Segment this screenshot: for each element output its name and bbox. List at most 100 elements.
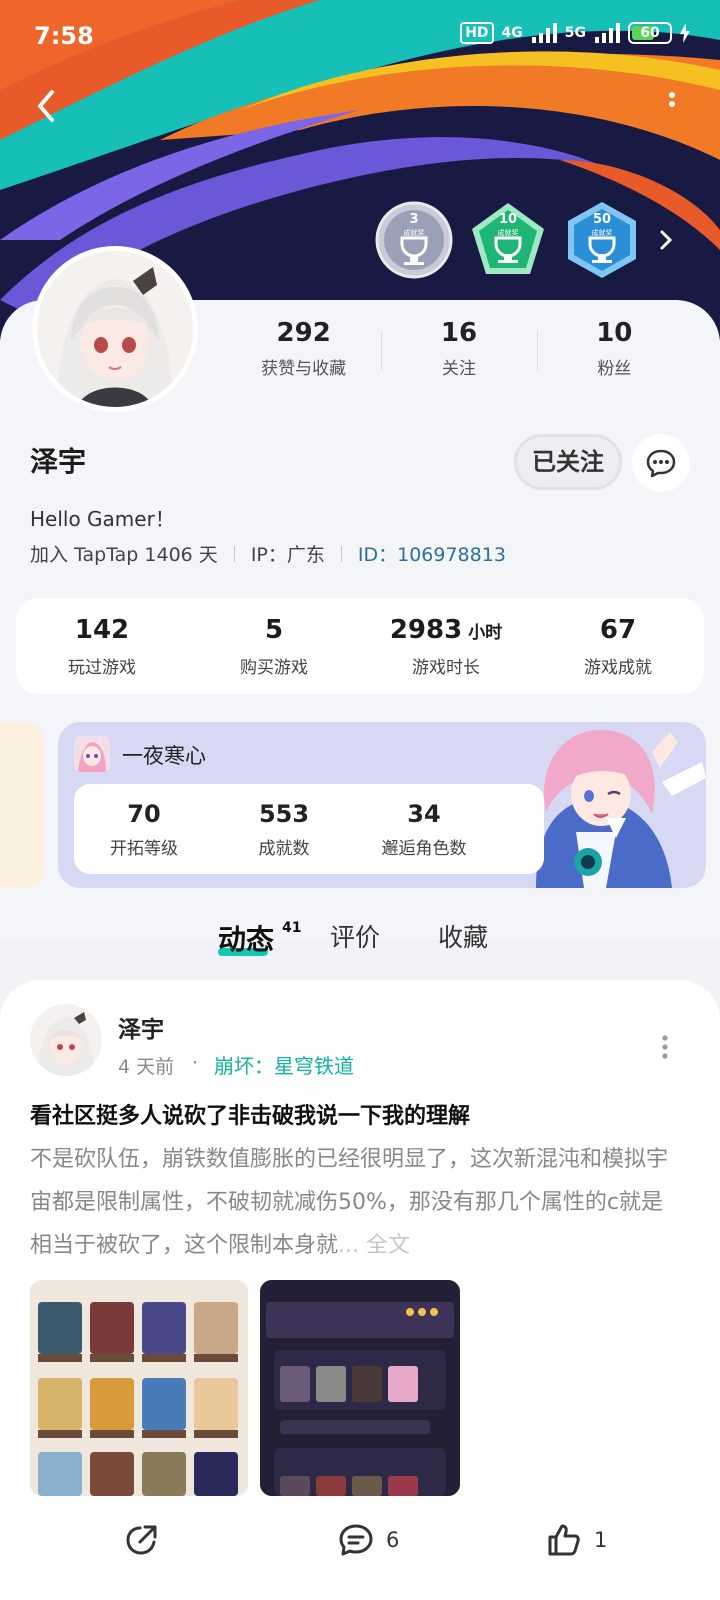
battery-icon: 60 [628, 22, 672, 44]
achievement-count-stat: 553 成就数 [214, 800, 354, 859]
charging-icon [680, 23, 690, 43]
username: 泽宇 [30, 445, 87, 478]
status-time: 7:58 [34, 22, 94, 50]
more-vertical-icon[interactable] [664, 90, 680, 120]
played-games-stat[interactable]: 142 玩过游戏 [16, 615, 188, 678]
achievements-stat[interactable]: 67 游戏成就 [532, 615, 704, 678]
ip-location: IP：广东 [250, 544, 325, 566]
content-tabs: 动态 评价 收藏 [0, 910, 720, 970]
stat-label: 邂逅角色数 [381, 838, 467, 859]
chevron-right-icon[interactable] [656, 225, 676, 255]
post-image-1[interactable] [30, 1280, 248, 1496]
user-id[interactable]: ID：106978813 [358, 540, 506, 567]
stat-label: 关注 [441, 359, 476, 379]
badge-3-icon[interactable]: 3 成就奖 [374, 200, 454, 280]
post-author-name[interactable]: 泽宇 [118, 1010, 164, 1044]
stat-value: 34 [407, 799, 441, 828]
divider [340, 545, 342, 562]
achievement-badges[interactable]: 3 成就奖 10 成就奖 50 成就奖 [374, 200, 676, 280]
stat-label: 游戏时长 [412, 657, 480, 678]
profile-meta: 加入 TapTap 1406 天 IP：广东 ID：106978813 [30, 540, 506, 567]
post-card[interactable]: 泽宇 4 天前 · 崩坏：星穹铁道 看社区挺多人说砍了非击破我说一下我的理解 不… [0, 980, 720, 1600]
badge-num: 10 [498, 212, 518, 227]
badge-10-icon[interactable]: 10 成就奖 [468, 200, 548, 280]
share-button[interactable] [124, 1522, 160, 1558]
game-avatar-icon [74, 736, 110, 772]
like-button[interactable]: 1 [546, 1522, 607, 1558]
stat-value: 10 [596, 318, 633, 348]
stat-value: 292 [276, 318, 331, 348]
post-title[interactable]: 看社区挺多人说砍了非击破我说一下我的理解 [30, 1098, 470, 1130]
post-more-icon[interactable] [660, 1032, 670, 1062]
chat-bubble-icon [646, 449, 676, 478]
profile-stats: 292 获赞与收藏 16 关注 10 粉丝 [226, 318, 692, 379]
following-stat[interactable]: 16 关注 [381, 318, 536, 379]
followers-stat[interactable]: 10 粉丝 [536, 318, 692, 379]
stat-value: 142 [74, 614, 130, 645]
comment-icon [339, 1524, 373, 1556]
network-4g-label: 4G [501, 25, 523, 41]
stat-unit: 小时 [468, 622, 503, 643]
purchased-games-stat[interactable]: 5 购买游戏 [188, 615, 360, 678]
badge-sub: 成就奖 [403, 229, 425, 237]
game-record-card[interactable]: 一夜寒心 70 开拓等级 553 成就数 34 邂逅角色数 [58, 722, 706, 888]
stat-value: 553 [258, 799, 310, 828]
characters-met-stat: 34 邂逅角色数 [354, 800, 494, 859]
back-arrow-icon[interactable] [28, 86, 68, 126]
following-button[interactable]: 已关注 [514, 434, 622, 490]
stat-label: 玩过游戏 [68, 657, 136, 678]
post-time: 4 天前 [118, 1056, 175, 1078]
play-time-stat[interactable]: 2983 小时 游戏时长 [360, 615, 532, 678]
status-bar: 7:58 HD 4G 5G 60 [0, 0, 720, 70]
game-stats-box: 70 开拓等级 553 成就数 34 邂逅角色数 [74, 784, 544, 874]
separator-dot: · [192, 1052, 199, 1074]
bio-text: Hello Gamer！ [30, 507, 175, 531]
badge-num: 3 [409, 212, 419, 227]
tab-label: 动态 [218, 923, 275, 956]
status-icons: HD 4G 5G 60 [460, 22, 690, 44]
post-author-avatar[interactable] [30, 1004, 102, 1076]
tab-reviews[interactable]: 评价 [330, 918, 380, 954]
stat-value: 16 [440, 318, 478, 348]
stat-value: 70 [127, 799, 161, 828]
badge-sub: 成就奖 [497, 229, 519, 237]
stat-label: 游戏成就 [584, 657, 652, 678]
tab-posts[interactable]: 动态 [218, 918, 274, 958]
read-full-link[interactable]: ... 全文 [338, 1233, 410, 1258]
badge-num: 50 [592, 212, 612, 227]
divider [233, 545, 235, 562]
game-stats-card: 142 玩过游戏 5 购买游戏 2983 小时 游戏时长 67 游戏成就 [16, 598, 704, 694]
network-5g-label: 5G [564, 25, 586, 41]
comment-count: 6 [386, 1528, 400, 1552]
signal-icon [531, 23, 557, 43]
post-image-2[interactable] [260, 1280, 460, 1496]
stat-value: 2983 [389, 614, 463, 645]
game-player-name: 一夜寒心 [122, 744, 206, 768]
signal-icon-2 [595, 23, 620, 43]
likes-favorites-stat[interactable]: 292 获赞与收藏 [226, 318, 381, 379]
stat-label: 粉丝 [597, 359, 632, 379]
thumbs-up-icon [548, 1524, 580, 1556]
comment-button[interactable]: 6 [338, 1522, 399, 1558]
posts-count-badge: 41 [282, 920, 302, 936]
stat-label: 开拓等级 [110, 838, 178, 859]
hd-icon: HD [460, 22, 494, 44]
stat-label: 购买游戏 [240, 657, 308, 678]
post-body[interactable]: 不是砍队伍，崩铁数值膨胀的已经很明显了，这次新混沌和模拟宇宙都是限制属性，不破韧… [30, 1138, 670, 1267]
badge-sub: 成就奖 [591, 229, 613, 237]
tab-favorites[interactable]: 收藏 [438, 918, 488, 954]
joined-days: 加入 TapTap 1406 天 [30, 544, 218, 566]
stat-value: 67 [599, 614, 637, 645]
post-actions: 6 1 [0, 1508, 720, 1580]
trailblaze-level-stat: 70 开拓等级 [74, 800, 214, 859]
badge-50-icon[interactable]: 50 成就奖 [562, 200, 642, 280]
share-icon [126, 1525, 157, 1555]
avatar[interactable] [32, 246, 198, 412]
stat-value: 5 [264, 614, 284, 645]
message-button[interactable] [632, 434, 690, 492]
like-count: 1 [594, 1528, 608, 1552]
stat-label: 成就数 [258, 838, 310, 859]
post-game-tag[interactable]: 崩坏：星穹铁道 [214, 1050, 354, 1079]
battery-text: 60 [640, 25, 660, 41]
previous-game-card[interactable] [0, 722, 44, 888]
